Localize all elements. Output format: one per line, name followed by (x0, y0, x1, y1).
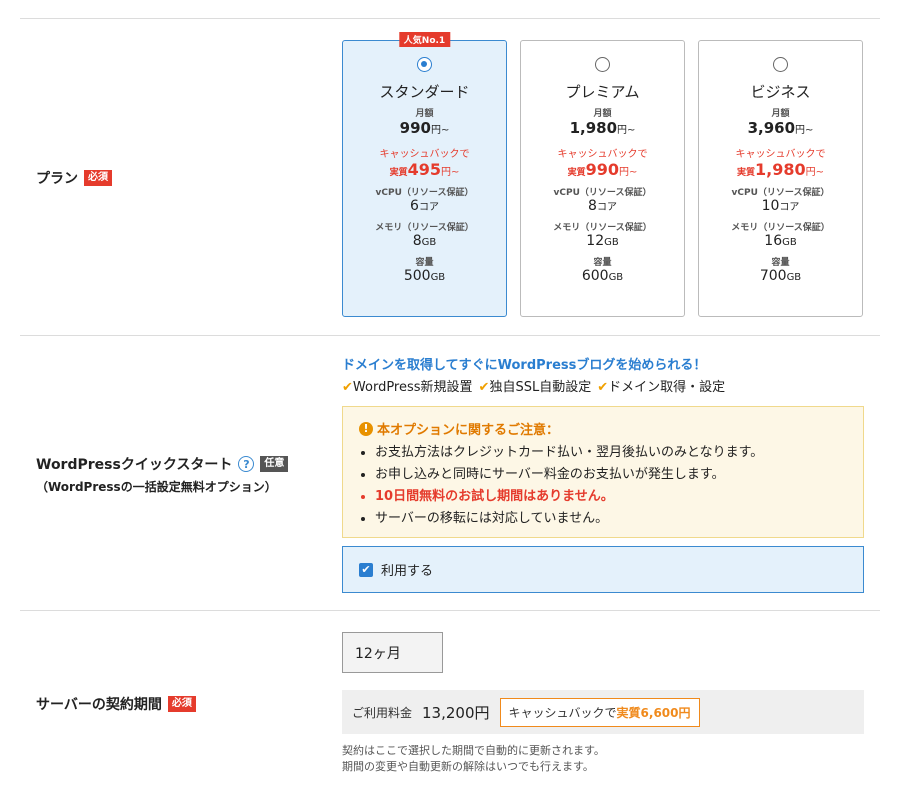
cashback-box: キャッシュバックで実質6,600円 (499, 697, 700, 727)
note-line: 期間の変更や自動更新の解除はいつでも行えます。 (342, 760, 594, 773)
real-price: 実質990円~ (567, 160, 638, 179)
feature-item: ✔独自SSL自動設定 (478, 380, 592, 395)
period-label: サーバーの契約期間 (36, 697, 162, 713)
real-price: 実質495円~ (389, 160, 460, 179)
plan-price: 990円~ (399, 119, 450, 137)
cashback-label: キャッシュバックで (379, 149, 470, 160)
period-select[interactable]: 12ヶ月 (342, 632, 443, 673)
plan-card-standard[interactable]: 人気No.1 スタンダード 月額 990円~ キャッシュバックで 実質495円~… (342, 32, 507, 317)
real-price: 実質1,980円~ (736, 160, 824, 179)
fee-value: 13,200円 (422, 703, 490, 722)
period-row-label: サーバーの契約期間 必須 (36, 694, 196, 714)
plan-price: 1,980円~ (569, 119, 636, 137)
vcpu-value: 6コア (410, 198, 439, 214)
vcpu-label: vCPU（リソース保証） (553, 188, 652, 198)
fee-label: ご利用料金 (352, 705, 413, 720)
plan-label: プラン (36, 171, 78, 187)
plan-price: 3,960円~ (747, 119, 814, 137)
notice-box: ! 本オプションに関するご注意： お支払方法はクレジットカード払い・翌月後払いの… (342, 406, 864, 538)
plan-name: スタンダード (379, 83, 470, 101)
storage-label: 容量 (771, 258, 790, 268)
memory-label: メモリ（リソース保証） (731, 223, 830, 233)
divider-top (20, 18, 880, 19)
storage-value: 700GB (759, 268, 802, 284)
wp-sublabel: （WordPressの一括設定無料オプション） (36, 480, 277, 494)
plan-radio-business[interactable] (773, 57, 788, 72)
monthly-label: 月額 (593, 109, 612, 119)
fee-summary: ご利用料金 13,200円 キャッシュバックで実質6,600円 (342, 690, 864, 734)
plan-name: ビジネス (750, 83, 811, 101)
notice-item: お申し込みと同時にサーバー料金のお支払いが発生します。 (375, 464, 847, 486)
vcpu-value: 8コア (588, 198, 617, 214)
wp-row-label: WordPressクイックスタート ? 任意 (36, 454, 289, 474)
notice-item: お支払方法はクレジットカード払い・翌月後払いのみとなります。 (375, 442, 847, 464)
memory-label: メモリ（リソース保証） (553, 223, 652, 233)
feature-item: ✔ドメイン取得・設定 (597, 380, 726, 395)
use-option-checkbox[interactable]: ✔ 利用する (342, 546, 864, 593)
vcpu-label: vCPU（リソース保証） (375, 188, 474, 198)
monthly-label: 月額 (771, 109, 790, 119)
feature-item: ✔WordPress新規設置 (342, 380, 473, 395)
storage-label: 容量 (415, 258, 434, 268)
checkbox-checked-icon[interactable]: ✔ (359, 562, 373, 577)
use-label: 利用する (381, 564, 434, 579)
popular-badge: 人気No.1 (398, 32, 451, 47)
divider-1 (20, 335, 880, 336)
note-line: 契約はここで選択した期間で自動的に更新されます。 (342, 744, 605, 757)
divider-2 (20, 610, 880, 611)
memory-value: 16GB (764, 233, 797, 249)
cashback-label: キャッシュバックで (557, 149, 648, 160)
check-icon: ✔ (342, 380, 353, 395)
cashback-label: キャッシュバックで (735, 149, 826, 160)
plan-name: プレミアム (565, 83, 640, 101)
notice-item-highlight: 10日間無料のお試し期間はありません。 (375, 486, 847, 508)
warning-icon: ! (359, 421, 373, 436)
check-icon: ✔ (597, 380, 609, 395)
notice-item: サーバーの移転には対応していません。 (375, 508, 847, 530)
storage-label: 容量 (593, 258, 612, 268)
storage-value: 500GB (403, 268, 446, 284)
monthly-label: 月額 (415, 109, 434, 119)
check-icon: ✔ (478, 380, 490, 395)
memory-value: 12GB (586, 233, 619, 249)
plan-card-business[interactable]: ビジネス 月額 3,960円~ キャッシュバックで 実質1,980円~ vCPU… (698, 40, 863, 317)
wp-headline: ドメインを取得してすぐにWordPressブログを始められる！ (342, 358, 707, 373)
memory-label: メモリ（リソース保証） (375, 223, 474, 233)
wp-features: ✔WordPress新規設置 ✔独自SSL自動設定 ✔ドメイン取得・設定 (342, 376, 725, 395)
plan-radio-premium[interactable] (595, 57, 610, 72)
notice-title: ! 本オプションに関するご注意： (359, 419, 847, 438)
optional-badge: 任意 (260, 456, 289, 472)
plan-row-label: プラン 必須 (36, 168, 112, 188)
wp-label: WordPressクイックスタート (36, 457, 233, 473)
required-badge: 必須 (84, 170, 112, 186)
period-notes: 契約はここで選択した期間で自動的に更新されます。 期間の変更や自動更新の解除はい… (342, 743, 605, 775)
notice-list: お支払方法はクレジットカード払い・翌月後払いのみとなります。 お申し込みと同時に… (359, 442, 847, 530)
vcpu-value: 10コア (761, 198, 800, 214)
memory-value: 8GB (412, 233, 437, 249)
vcpu-label: vCPU（リソース保証） (731, 188, 830, 198)
help-icon[interactable]: ? (238, 456, 255, 472)
plan-card-premium[interactable]: プレミアム 月額 1,980円~ キャッシュバックで 実質990円~ vCPU（… (520, 40, 685, 317)
plan-radio-standard[interactable] (417, 57, 432, 72)
storage-value: 600GB (581, 268, 624, 284)
required-badge: 必須 (167, 696, 196, 712)
